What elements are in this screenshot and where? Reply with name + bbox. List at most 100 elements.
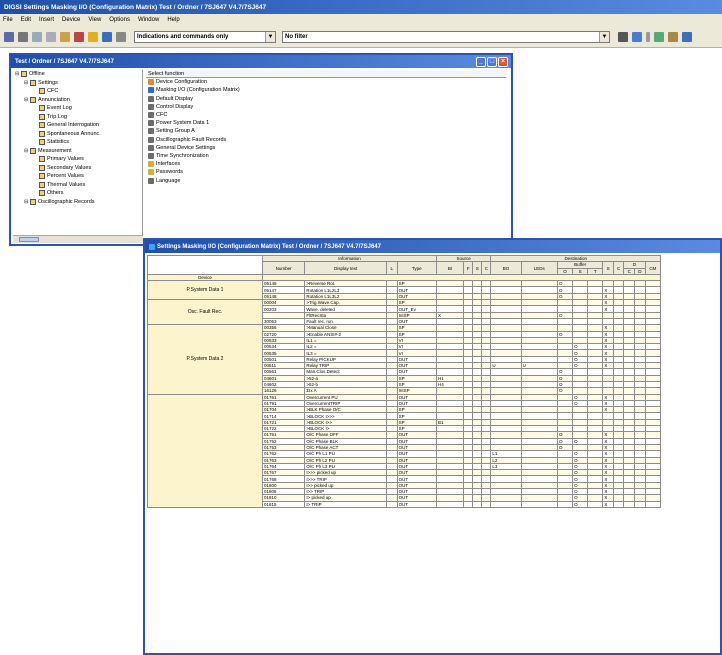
grid-icon[interactable] <box>618 31 628 42</box>
status-filter-select[interactable]: No filter ▼ <box>282 30 610 43</box>
indications-filter-select[interactable]: Indications and commands only ▼ <box>134 30 276 43</box>
bo-column-header[interactable]: BO <box>490 261 522 275</box>
s-column-header[interactable]: S <box>472 261 483 275</box>
menu-options[interactable]: Options <box>109 17 130 23</box>
dest-s-cell[interactable]: X <box>602 500 614 508</box>
tree-item[interactable]: ⊟ Settings <box>13 79 142 88</box>
menu-window[interactable]: Window <box>138 17 159 23</box>
minimize-button[interactable]: _ <box>476 56 486 67</box>
tree-item[interactable]: Trip Log <box>13 113 142 122</box>
buffer-t-cell[interactable] <box>587 500 604 508</box>
save-icon[interactable] <box>4 31 14 42</box>
help-icon[interactable] <box>102 31 112 42</box>
function-list-item[interactable]: Default Display <box>146 95 506 103</box>
tree-item[interactable]: General Interrogation <box>13 121 142 130</box>
function-icon <box>148 95 154 102</box>
display-d-cell[interactable] <box>634 500 646 508</box>
menu-edit[interactable]: Edit <box>21 17 31 23</box>
tree-item-label: Secondary Values <box>47 164 92 171</box>
function-list-item[interactable]: Setting Group A <box>146 127 506 135</box>
buffer-o-cell[interactable] <box>556 500 574 508</box>
chevron-down-icon[interactable]: ▼ <box>599 31 609 42</box>
tree-item[interactable]: Thermal Values <box>13 181 142 190</box>
matrix-window: Settings Masking I/O (Configuration Matr… <box>143 238 722 655</box>
tree-item[interactable]: Event Log <box>13 104 142 113</box>
maximize-button[interactable]: □ <box>487 56 497 67</box>
c-cell[interactable] <box>481 500 492 508</box>
tree-item[interactable]: ⊟ Annunciation <box>13 96 142 105</box>
function-list-item[interactable]: Passwords <box>146 168 506 176</box>
tree-item[interactable]: Others <box>13 189 142 198</box>
function-list-item[interactable]: Oscillographic Fault Records <box>146 136 506 144</box>
number-column-header[interactable]: Number <box>261 261 306 275</box>
matrix-icon[interactable] <box>632 31 642 42</box>
display-text-cell[interactable]: I> TRIP <box>304 500 388 508</box>
number-cell[interactable]: 01815 <box>261 500 306 508</box>
dest-c-cell[interactable] <box>612 500 625 508</box>
context-help-icon[interactable] <box>682 31 692 42</box>
function-list-item[interactable]: Interfaces <box>146 160 506 168</box>
tree-item[interactable]: ⊟ Measurement <box>13 147 142 156</box>
warning-icon[interactable] <box>88 31 98 42</box>
tree-item[interactable]: ⊟ Oscillographic Records <box>13 198 142 207</box>
info-icon[interactable] <box>116 31 126 42</box>
f-column-header[interactable]: F <box>463 261 474 275</box>
function-list-header: Select function <box>146 70 506 79</box>
menu-help[interactable]: Help <box>167 17 179 23</box>
function-list-item[interactable]: Language <box>146 176 506 184</box>
tree-item[interactable]: Secondary Values <box>13 164 142 173</box>
menu-file[interactable]: File <box>3 17 13 23</box>
function-list-item[interactable]: General Device Settings <box>146 144 506 152</box>
function-list-item[interactable]: Device Configuration <box>146 78 506 86</box>
display-text-column-header[interactable]: Display text <box>304 261 388 275</box>
folder-icon <box>30 96 36 103</box>
menu-view[interactable]: View <box>88 17 101 23</box>
bi-cell[interactable] <box>435 500 465 508</box>
undo-icon[interactable] <box>74 31 84 42</box>
function-list-item[interactable]: CFC <box>146 111 506 119</box>
function-list-item[interactable]: Power System Data 1 <box>146 119 506 127</box>
function-list-item[interactable]: Time Synchronization <box>146 152 506 160</box>
c-column-header[interactable]: C <box>481 261 492 275</box>
buffer-s-cell[interactable]: O <box>572 500 589 508</box>
tree-scrollbar-thumb[interactable] <box>19 237 39 242</box>
menu-insert[interactable]: Insert <box>39 17 54 23</box>
cut-icon[interactable] <box>32 31 42 42</box>
display-c-cell[interactable] <box>623 500 636 508</box>
bo-cell[interactable] <box>490 500 522 508</box>
tree-item[interactable]: ⊟ Offline <box>13 70 142 79</box>
cm-cell[interactable] <box>644 500 662 508</box>
tree-item[interactable]: Spontaneous Annunc. <box>13 130 142 139</box>
function-list-item[interactable]: Control Display <box>146 103 506 111</box>
dest-c-column-header[interactable]: C <box>612 261 625 275</box>
paste-icon[interactable] <box>60 31 70 42</box>
dest-s-column-header[interactable]: S <box>602 261 614 275</box>
tree-item[interactable]: Statistics <box>13 138 142 147</box>
column-icon[interactable] <box>646 31 650 42</box>
long-cell[interactable] <box>386 500 398 508</box>
folder-icon <box>39 139 45 146</box>
tree-item[interactable]: Primary Values <box>13 155 142 164</box>
function-list-item[interactable]: Masking I/O (Configuration Matrix) <box>146 86 506 94</box>
tree-item[interactable]: CFC <box>13 87 142 96</box>
f-cell[interactable] <box>463 500 474 508</box>
bi-column-header[interactable]: BI <box>435 261 465 275</box>
chevron-down-icon[interactable]: ▼ <box>265 31 275 42</box>
leds-cell[interactable] <box>520 500 558 508</box>
filter-icon[interactable] <box>654 31 664 42</box>
type-cell[interactable]: OUT <box>396 500 437 508</box>
settings-icon[interactable] <box>668 31 678 42</box>
long-text-column-header[interactable]: L <box>386 261 398 275</box>
tree-item[interactable]: Percent Values <box>13 172 142 181</box>
menu-device[interactable]: Device <box>62 17 80 23</box>
cm-column-header[interactable]: CM <box>644 261 662 275</box>
device-window-title-bar: Test / Ordner / 7SJ647 V4.7/7SJ647 _ □ × <box>11 55 511 68</box>
type-column-header[interactable]: Type <box>396 261 437 275</box>
leds-column-header[interactable]: LEDs <box>520 261 558 275</box>
print-icon[interactable] <box>18 31 28 42</box>
tree-scrollbar[interactable] <box>13 235 143 243</box>
copy-icon[interactable] <box>46 31 56 42</box>
close-button[interactable]: × <box>498 56 508 67</box>
s-cell[interactable] <box>472 500 483 508</box>
function-label: Oscillographic Fault Records <box>156 136 227 143</box>
